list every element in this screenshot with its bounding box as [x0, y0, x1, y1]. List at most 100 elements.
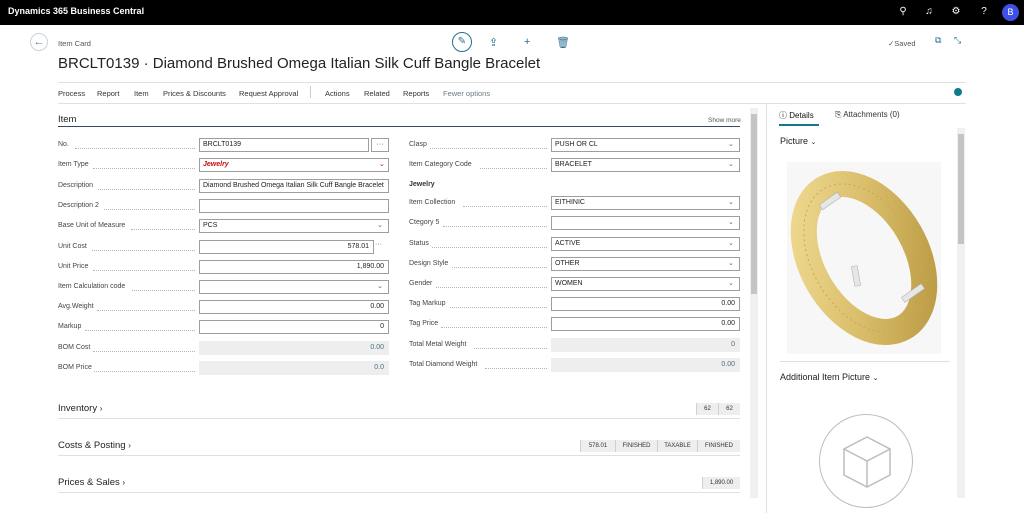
menu-report[interactable]: Report	[97, 89, 120, 98]
field-label-markup: Markup	[58, 323, 82, 330]
design-style-select[interactable]: OTHER	[551, 257, 740, 271]
tag-markup-input[interactable]: 0.00	[551, 297, 740, 311]
clasp-select[interactable]: PUSH OR CL	[551, 138, 740, 152]
chevron-down-icon[interactable]: ⌄	[379, 160, 385, 168]
chevron-down-icon: ⌄	[810, 139, 817, 146]
tab-details[interactable]: ⓘ Details	[779, 110, 814, 121]
field-label-no: No.	[58, 141, 69, 148]
fasttab-costs-posting[interactable]: Costs & Posting ›	[58, 440, 131, 451]
factbox-divider	[766, 103, 767, 513]
item-type-select[interactable]: Jewelry	[199, 158, 389, 172]
menu-process[interactable]: Process	[58, 89, 85, 98]
collapse-icon[interactable]: ⤡	[954, 35, 961, 46]
cube-icon	[843, 436, 891, 488]
edit-pencil-icon[interactable]: ✎	[452, 32, 472, 52]
tag-price-input[interactable]: 0.00	[551, 317, 740, 331]
leader-dots	[97, 310, 195, 311]
chevron-down-icon[interactable]: ⌄	[377, 221, 383, 229]
field-label-tag-markup: Tag Markup	[409, 300, 446, 307]
description-input[interactable]: Diamond Brushed Omega Italian Silk Cuff …	[199, 179, 389, 193]
breadcrumb: Item Card	[58, 39, 91, 48]
item-calc-code-select[interactable]	[199, 280, 389, 294]
menu-request-approval[interactable]: Request Approval	[239, 89, 298, 98]
fasttab-inventory[interactable]: Inventory ›	[58, 403, 102, 414]
back-arrow-icon[interactable]: ←	[30, 33, 48, 51]
fasttab-prices-sales[interactable]: Prices & Sales ›	[58, 477, 125, 488]
chevron-down-icon[interactable]: ⌄	[728, 198, 734, 206]
no-input[interactable]: BRCLT0139	[199, 138, 369, 152]
info-icon[interactable]	[954, 88, 962, 96]
paperclip-icon: ⎘	[835, 110, 842, 119]
unit-cost-input[interactable]: 578.01	[199, 240, 374, 254]
search-icon[interactable]: ⚲	[896, 6, 910, 17]
chevron-down-icon[interactable]: ⌄	[728, 140, 734, 148]
chevron-down-icon[interactable]: ⌄	[728, 259, 734, 267]
share-icon[interactable]: ⇪	[489, 36, 498, 49]
divider	[58, 82, 966, 83]
tab-attachments[interactable]: ⎘ Attachments (0)	[835, 110, 900, 120]
chevron-down-icon[interactable]: ⌄	[728, 239, 734, 247]
menu-item[interactable]: Item	[134, 89, 149, 98]
info-circle-icon: ⓘ	[779, 111, 787, 120]
field-label-description: Description	[58, 182, 94, 189]
chevron-right-icon: ›	[128, 441, 131, 450]
item-picture[interactable]	[787, 162, 941, 354]
description-2-input[interactable]	[199, 199, 389, 213]
status-select[interactable]: ACTIVE	[551, 237, 740, 251]
open-new-window-icon[interactable]: ⧉	[935, 35, 941, 46]
divider	[58, 492, 740, 493]
field-label-unit-cost: Unit Cost	[58, 243, 87, 250]
leader-dots	[94, 371, 195, 372]
chevron-down-icon[interactable]: ⌄	[728, 279, 734, 287]
leader-dots	[93, 351, 195, 352]
field-label-bom-price: BOM Price	[58, 364, 92, 371]
markup-input[interactable]: 0	[199, 320, 389, 334]
user-avatar[interactable]: B	[1002, 4, 1019, 21]
leader-dots	[432, 247, 547, 248]
field-label-description-2: Description 2	[58, 202, 99, 209]
additional-picture-title[interactable]: Additional Item Picture ⌄	[780, 372, 878, 382]
chevron-down-icon[interactable]: ⌄	[728, 160, 734, 168]
factbox-scrollbar-thumb[interactable]	[958, 134, 964, 244]
chevron-down-icon[interactable]: ⌄	[377, 282, 383, 290]
costs-badge: FINISHED	[697, 440, 740, 452]
leader-dots	[480, 168, 547, 169]
field-label-item-type: Item Type	[58, 161, 89, 168]
menu-prices-discounts[interactable]: Prices & Discounts	[163, 89, 226, 98]
more-options-icon[interactable]: ···	[375, 241, 382, 248]
chevron-down-icon: ⌄	[872, 375, 879, 382]
show-more-link[interactable]: Show more	[708, 117, 741, 124]
leader-dots	[132, 290, 195, 291]
delete-icon[interactable]: 🗑	[556, 36, 570, 49]
add-icon[interactable]: +	[524, 36, 530, 48]
gender-select[interactable]: WOMEN	[551, 277, 740, 291]
settings-icon[interactable]: ⚙	[949, 6, 963, 17]
costs-badge: TAXABLE	[657, 440, 697, 452]
section-title-item[interactable]: Item	[58, 114, 76, 125]
help-icon[interactable]: ?	[977, 6, 991, 17]
main-scrollbar-thumb[interactable]	[751, 114, 757, 294]
chevron-down-icon[interactable]: ⌄	[728, 218, 734, 226]
menu-reports[interactable]: Reports	[403, 89, 429, 98]
menu-related[interactable]: Related	[364, 89, 390, 98]
page-title: BRCLT0139 · Diamond Brushed Omega Italia…	[58, 55, 541, 72]
ctegory-5-select[interactable]	[551, 216, 740, 230]
menu-fewer-options[interactable]: Fewer options	[443, 89, 490, 98]
leader-dots	[93, 168, 195, 169]
picture-title[interactable]: Picture ⌄	[780, 136, 816, 146]
item-category-select[interactable]: BRACELET	[551, 158, 740, 172]
unit-price-input[interactable]: 1,890.00	[199, 260, 389, 274]
item-collection-select[interactable]: EITHINIC	[551, 196, 740, 210]
field-label-ctegory-5: Ctegory 5	[409, 219, 440, 226]
leader-dots	[131, 229, 195, 230]
base-unit-select[interactable]: PCS	[199, 219, 389, 233]
bell-icon[interactable]: ♫	[922, 6, 936, 17]
assist-edit-button[interactable]: ···	[371, 138, 389, 152]
placeholder-picture-icon[interactable]	[819, 414, 913, 508]
avg-weight-input[interactable]: 0.00	[199, 300, 389, 314]
app-brand[interactable]: Dynamics 365 Business Central	[8, 6, 144, 16]
menu-actions[interactable]: Actions	[325, 89, 350, 98]
field-label-clasp: Clasp	[409, 141, 427, 148]
field-label-avg-weight: Avg.Weight	[58, 303, 94, 310]
leader-dots	[463, 206, 547, 207]
